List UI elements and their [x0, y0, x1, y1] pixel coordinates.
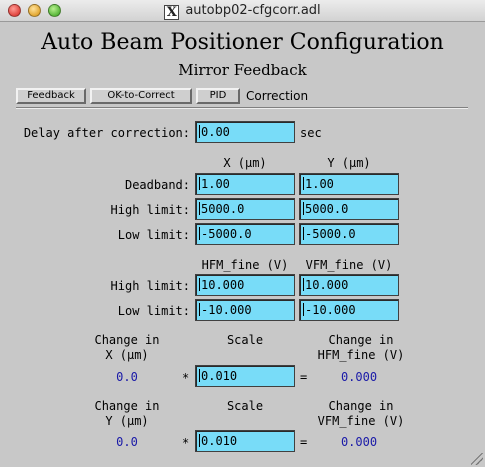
delay-unit: sec	[300, 126, 322, 140]
delay-label: Delay after correction:	[23, 126, 190, 140]
pid-button[interactable]: PID	[196, 88, 240, 104]
fine-high-limit-label: High limit:	[110, 279, 190, 293]
high-limit-y-input[interactable]: 5000.0	[299, 198, 399, 220]
page-subtitle: Mirror Feedback	[178, 61, 307, 79]
deadband-y-input[interactable]: 1.00	[299, 173, 399, 195]
deadband-label: Deadband:	[124, 178, 190, 192]
scale-y-input[interactable]: 0.010	[195, 430, 295, 452]
change-y-readback: 0.0	[116, 435, 138, 449]
fine-low-limit-vfm-input[interactable]: -10.000	[299, 299, 399, 321]
change-hfm-readback: 0.000	[340, 370, 378, 384]
low-limit-x-input[interactable]: -5000.0	[195, 223, 295, 245]
page-title: Auto Beam Positioner Configuration	[41, 30, 444, 55]
multiply-operator: *	[182, 371, 190, 385]
change-vfm-label-line2: VFM_fine (V)	[317, 414, 405, 428]
change-y-label-line2: Y (µm)	[105, 414, 149, 428]
deadband-x-input[interactable]: 1.00	[195, 173, 295, 195]
change-vfm-readback: 0.000	[340, 435, 378, 449]
scale-x-label: Scale	[226, 333, 264, 347]
fine-high-limit-hfm-input[interactable]: 10.000	[195, 274, 295, 296]
current-screen-label: Correction	[246, 89, 309, 103]
scale-x-input[interactable]: 0.010	[195, 365, 295, 387]
resize-grip-icon[interactable]	[471, 453, 483, 465]
high-limit-label: High limit:	[110, 203, 190, 217]
change-vfm-label-line1: Change in	[328, 399, 394, 413]
change-hfm-label-line2: HFM_fine (V)	[317, 348, 405, 362]
low-limit-y-input[interactable]: -5000.0	[299, 223, 399, 245]
scale-y-label: Scale	[226, 399, 264, 413]
fine-high-limit-vfm-input[interactable]: 10.000	[299, 274, 399, 296]
ok-to-correct-button[interactable]: OK-to-Correct	[90, 88, 192, 104]
delay-input[interactable]: 0.00	[195, 121, 295, 143]
x11-app-icon: X	[164, 5, 180, 20]
col-header-y: Y (µm)	[327, 156, 371, 170]
window-title-area: Xautobp02-cfgcorr.adl	[0, 2, 485, 20]
col-header-vfm-fine: VFM_fine (V)	[305, 258, 393, 272]
change-y-label-line1: Change in	[94, 399, 160, 413]
change-x-label-line1: Change in	[94, 333, 160, 347]
fine-low-limit-hfm-input[interactable]: -10.000	[195, 299, 295, 321]
high-limit-x-input[interactable]: 5000.0	[195, 198, 295, 220]
window-titlebar: Xautobp02-cfgcorr.adl	[0, 0, 485, 22]
change-x-readback: 0.0	[116, 370, 138, 384]
col-header-hfm-fine: HFM_fine (V)	[201, 258, 289, 272]
change-x-label-line2: X (µm)	[105, 348, 149, 362]
equals-operator: =	[300, 370, 308, 384]
window-title: autobp02-cfgcorr.adl	[185, 3, 321, 18]
low-limit-label: Low limit:	[117, 228, 190, 242]
col-header-x: X (µm)	[223, 156, 267, 170]
separator	[16, 107, 468, 109]
equals-operator: =	[300, 435, 308, 449]
fine-low-limit-label: Low limit:	[117, 304, 190, 318]
feedback-button[interactable]: Feedback	[16, 88, 86, 104]
change-hfm-label-line1: Change in	[328, 333, 394, 347]
multiply-operator: *	[182, 436, 190, 450]
